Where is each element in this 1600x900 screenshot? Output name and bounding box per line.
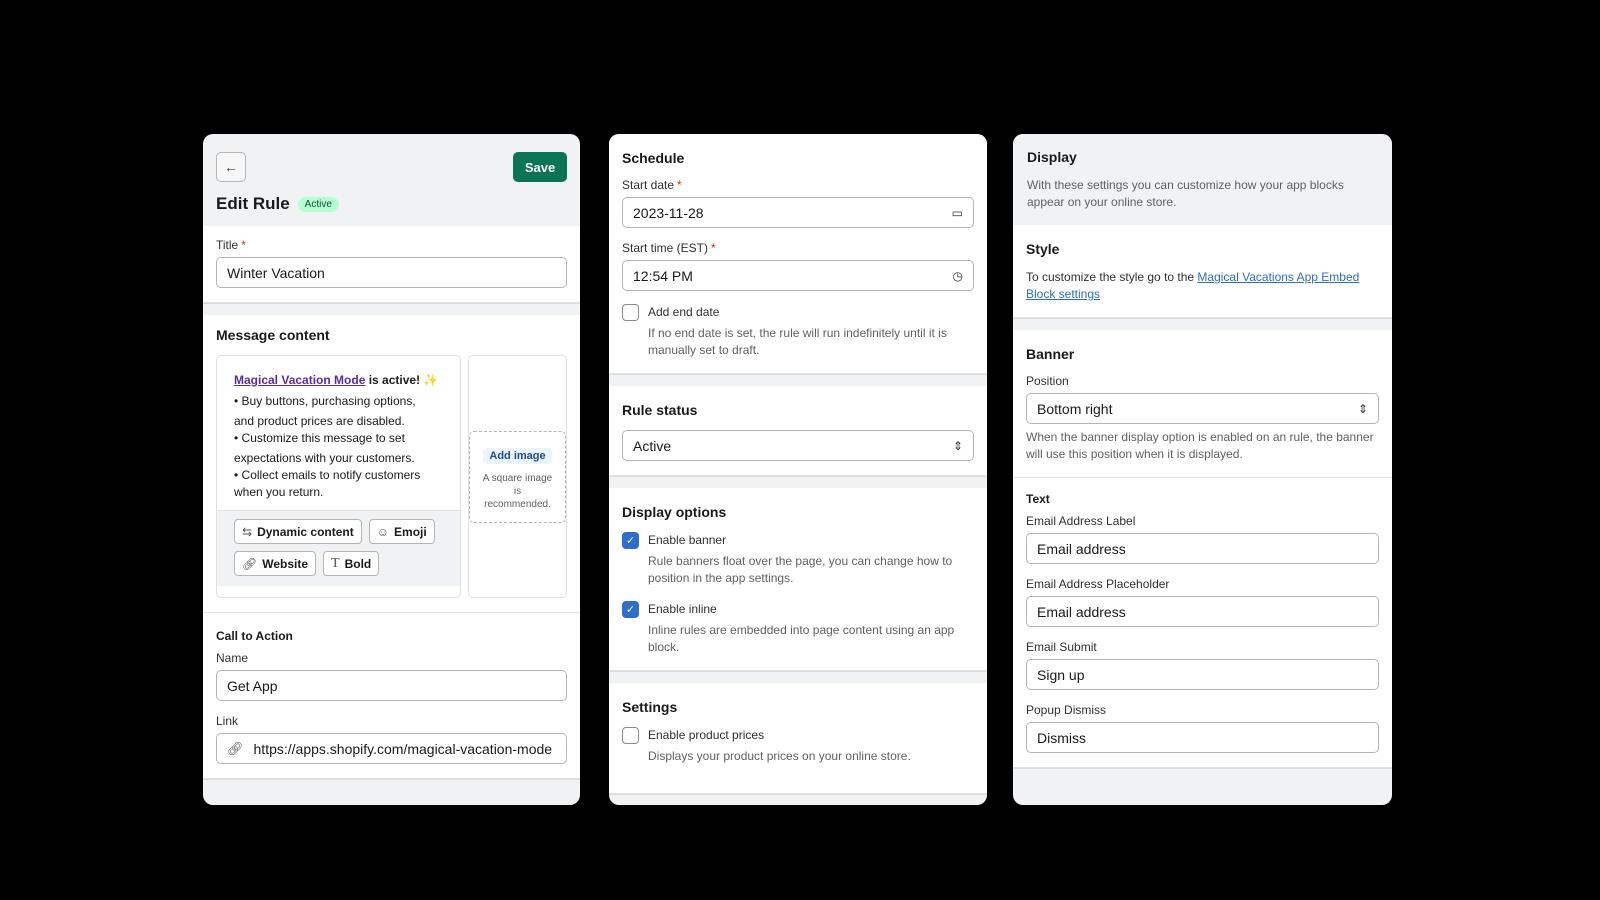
arrow-left-icon: ←: [224, 159, 238, 175]
emoji-icon: ☺: [376, 524, 390, 539]
website-button[interactable]: 🔗︎ Website: [234, 551, 317, 576]
title-section: Title * Winter Vacation: [203, 226, 580, 303]
emoji-button[interactable]: ☺ Emoji: [368, 519, 435, 544]
save-button[interactable]: Save: [513, 152, 567, 182]
start-time-input[interactable]: 12:54 PM ◷: [622, 260, 974, 291]
link-icon: 🔗︎: [242, 556, 258, 571]
display-description: With these settings you can customize ho…: [1027, 178, 1344, 209]
rule-status-heading: Rule status: [622, 402, 698, 418]
banner-section: Banner Position Bottom right ⇕ When the b…: [1013, 330, 1392, 478]
enable-banner-checkbox[interactable]: ✓: [622, 532, 639, 549]
bold-button[interactable]: T Bold: [323, 551, 380, 576]
enable-banner-row[interactable]: ✓ Enable banner: [622, 532, 974, 549]
style-text: To customize the style go to the Magical…: [1026, 270, 1360, 301]
select-chevron-icon: ⇕: [952, 438, 963, 453]
text-section: Text Email Address Label Email address E…: [1013, 478, 1392, 768]
title-label: Title *: [216, 238, 246, 252]
email-submit-field-label: Email Submit: [1026, 640, 1097, 654]
enable-inline-row[interactable]: ✓ Enable inline: [622, 601, 974, 618]
settings-heading: Settings: [622, 699, 678, 715]
email-placeholder-field-label: Email Address Placeholder: [1026, 577, 1170, 591]
message-content-heading: Message content: [216, 327, 330, 343]
rule-status-section: Rule status Active ⇕: [609, 386, 987, 476]
email-placeholder-input[interactable]: Email address: [1026, 596, 1379, 627]
enable-banner-help: Rule banners float over the page, you ca…: [648, 554, 953, 585]
email-label-field-label: Email Address Label: [1026, 514, 1136, 528]
call-to-action-section: Call to Action Name Get App Link 🔗︎ https…: [203, 613, 580, 779]
edit-rule-panel: ← Save Edit Rule Active Title * Winter Va…: [203, 134, 580, 805]
message-toolbar: ⇆ Dynamic content ☺ Emoji 🔗︎ Website T Bold: [217, 510, 460, 586]
add-end-date-help: If no end date is set, the rule will run…: [648, 326, 947, 357]
style-section: Style To customize the style go to the M…: [1013, 225, 1392, 318]
clock-icon[interactable]: ◷: [953, 269, 963, 283]
display-options-heading: Display options: [622, 504, 727, 520]
display-panel: Display With these settings you can cust…: [1013, 134, 1392, 805]
checkmark-icon: ✓: [625, 535, 636, 547]
status-badge: Active: [297, 196, 339, 212]
message-content-section: Message content Magical Vacation Mode is…: [203, 315, 580, 613]
display-options-section: Display options ✓ Enable banner Rule ban…: [609, 488, 987, 671]
cta-name-input[interactable]: Get App: [216, 670, 567, 701]
message-text[interactable]: Magical Vacation Mode is active! ✨ • Buy…: [217, 356, 460, 510]
title-input[interactable]: Winter Vacation: [216, 257, 567, 288]
cta-link-label: Link: [216, 714, 239, 728]
cta-link-input[interactable]: 🔗︎ https://apps.shopify.com/magical-vacat…: [216, 733, 567, 764]
enable-product-prices-label: Enable product prices: [648, 728, 765, 742]
cta-heading: Call to Action: [216, 629, 293, 643]
schedule-section: Schedule Start date * 2023-11-28 ▭ Start t…: [609, 134, 987, 374]
text-bold-icon: T: [331, 555, 340, 571]
enable-inline-checkbox[interactable]: ✓: [622, 601, 639, 618]
schedule-panel: Schedule Start date * 2023-11-28 ▭ Start t…: [609, 134, 987, 805]
position-select[interactable]: Bottom right ⇕: [1026, 393, 1379, 424]
add-image-button[interactable]: Add image: [483, 448, 552, 464]
email-label-input[interactable]: Email address: [1026, 533, 1379, 564]
enable-product-prices-help: Displays your product prices on your onl…: [648, 749, 911, 763]
email-submit-input[interactable]: Sign up: [1026, 659, 1379, 690]
enable-inline-help: Inline rules are embedded into page cont…: [648, 623, 955, 654]
checkmark-icon: ✓: [625, 604, 636, 616]
schedule-heading: Schedule: [622, 150, 685, 166]
text-heading: Text: [1026, 492, 1050, 506]
display-header: Display With these settings you can cust…: [1013, 134, 1392, 225]
start-time-label: Start time (EST) *: [622, 241, 716, 255]
enable-product-prices-row[interactable]: Enable product prices: [622, 727, 974, 744]
add-end-date-checkbox-row[interactable]: Add end date: [622, 304, 974, 321]
display-heading: Display: [1027, 149, 1077, 165]
popup-dismiss-field-label: Popup Dismiss: [1026, 703, 1107, 717]
rule-status-select[interactable]: Active ⇕: [622, 430, 974, 461]
style-heading: Style: [1026, 241, 1060, 257]
image-dropzone[interactable]: Add image A square image is recommended.: [469, 431, 566, 523]
add-end-date-label: Add end date: [648, 305, 720, 319]
cta-name-label: Name: [216, 651, 249, 665]
magical-vacation-mode-link[interactable]: Magical Vacation Mode: [234, 373, 365, 387]
settings-section: Settings Enable product prices Displays …: [609, 683, 987, 794]
calendar-icon[interactable]: ▭: [952, 206, 963, 220]
start-date-label: Start date *: [622, 178, 682, 192]
enable-product-prices-checkbox[interactable]: [622, 727, 639, 744]
position-label: Position: [1026, 374, 1069, 388]
dynamic-content-button[interactable]: ⇆ Dynamic content: [234, 519, 362, 544]
add-end-date-checkbox[interactable]: [622, 304, 639, 321]
position-help: When the banner display option is enable…: [1026, 430, 1374, 461]
link-icon: 🔗︎: [227, 740, 244, 756]
dynamic-content-icon: ⇆: [242, 524, 253, 539]
page-title: Edit Rule: [216, 194, 290, 213]
banner-heading: Banner: [1026, 346, 1075, 362]
enable-inline-label: Enable inline: [648, 602, 717, 616]
edit-rule-header: ← Save Edit Rule Active: [203, 134, 580, 226]
message-editor[interactable]: Magical Vacation Mode is active! ✨ • Buy…: [216, 355, 461, 598]
enable-banner-label: Enable banner: [648, 533, 727, 547]
back-button[interactable]: ←: [216, 152, 246, 182]
popup-dismiss-input[interactable]: Dismiss: [1026, 722, 1379, 753]
start-date-input[interactable]: 2023-11-28 ▭: [622, 197, 974, 228]
select-chevron-icon: ⇕: [1357, 401, 1368, 416]
image-hint: A square image is recommended.: [482, 473, 553, 510]
image-upload-area: Add image A square image is recommended.: [468, 355, 567, 598]
